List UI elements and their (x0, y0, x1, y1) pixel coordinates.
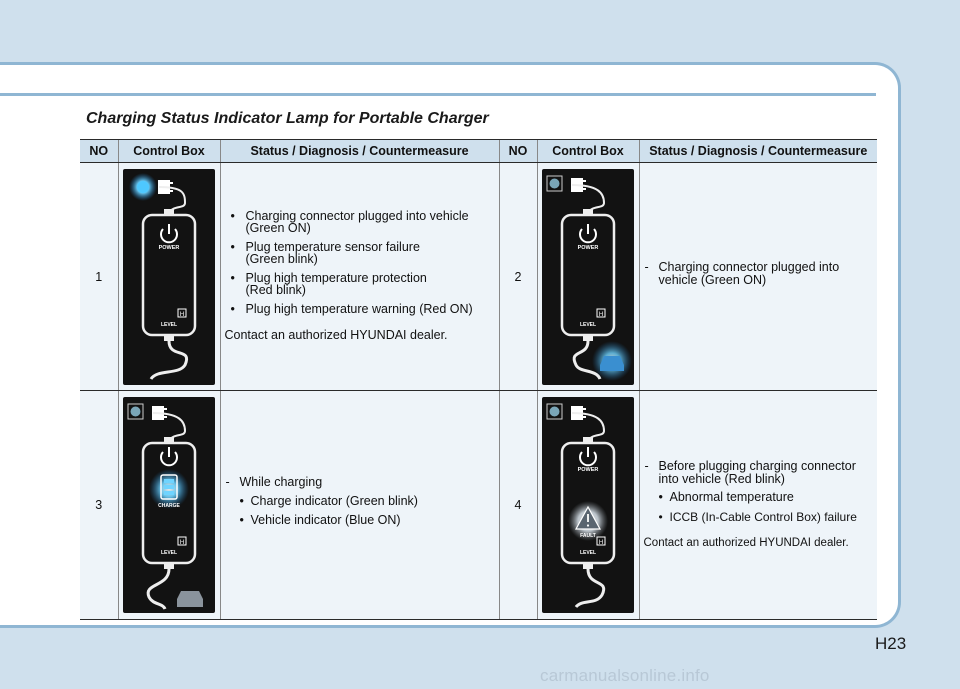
table-row: 3 CHARGE H LEVEL - While charging • Char… (80, 390, 877, 620)
table-row: 1 POWER H LEVEL • Charging connector plu… (80, 162, 877, 391)
level-badge: H (599, 540, 603, 546)
list-item: Charge indicator (Green blink) (225, 495, 495, 508)
control-box-image: POWER FAULT H LEVEL (536, 390, 639, 620)
status-list: Charging connector plugged into vehicle(… (225, 210, 495, 316)
list-item: Before plugging charging connectorinto v… (644, 460, 874, 485)
contact-note: Contact an authorized HYUNDAI dealer. (224, 328, 448, 343)
header-control-box: Control Box (536, 139, 639, 163)
header-no: NO (80, 139, 118, 163)
car-icon (177, 591, 203, 607)
level-label: LEVEL (161, 550, 177, 556)
status-cell: Charging connector plugged intovehicle (… (638, 162, 877, 391)
car-icon (600, 355, 624, 371)
list-item: Plug temperature sensor failure(Green bl… (225, 241, 495, 266)
header-status: Status / Diagnosis / Countermeasure (638, 139, 877, 163)
list-item: Charging connector plugged intovehicle (… (644, 261, 874, 286)
level-badge: H (180, 312, 184, 318)
status-cell: Before plugging charging connectorinto v… (638, 390, 877, 620)
status-sublist: Charge indicator (Green blink) Vehicle i… (225, 495, 495, 527)
row-number: 4 (498, 390, 537, 620)
list-item: ICCB (In-Cable Control Box) failure (644, 511, 874, 523)
row-number: 3 (80, 390, 118, 620)
list-item: Abnormal temperature (644, 491, 874, 504)
level-label: LEVEL (580, 550, 596, 556)
watermark: carmanualsonline.info (540, 666, 710, 685)
header-status: Status / Diagnosis / Countermeasure (219, 139, 499, 163)
control-box-image: CHARGE H LEVEL (117, 390, 220, 620)
level-badge: H (180, 540, 184, 546)
row-number: 1 (80, 162, 118, 391)
status-table: NO Control Box Status / Diagnosis / Coun… (80, 139, 877, 620)
list-item: While charging (225, 476, 495, 489)
contact-note: Contact an authorized HYUNDAI dealer. (643, 536, 849, 549)
status-sublist: Abnormal temperature ICCB (In-Cable Cont… (644, 491, 874, 523)
level-label: LEVEL (161, 322, 177, 328)
power-label: POWER (159, 245, 180, 251)
status-cell: Charging connector plugged into vehicle(… (219, 162, 499, 391)
charger-box-fault: POWER FAULT H LEVEL (542, 397, 634, 613)
header-no: NO (498, 139, 537, 163)
fault-label: FAULT (580, 533, 596, 539)
list-item: Charging connector plugged into vehicle(… (225, 210, 495, 235)
charger-box-car-glow: POWER H LEVEL (542, 168, 634, 385)
power-label: POWER (578, 467, 599, 473)
control-box-image: POWER H LEVEL (536, 162, 639, 391)
charger-box-plug-glow: POWER H LEVEL (123, 168, 215, 385)
header-control-box: Control Box (117, 139, 220, 163)
list-item: Plug high temperature protection(Red bli… (225, 272, 495, 297)
list-item: Vehicle indicator (Blue ON) (225, 514, 495, 527)
level-badge: H (599, 312, 603, 318)
section-title: Charging Status Indicator Lamp for Porta… (86, 110, 489, 127)
power-label: POWER (578, 245, 599, 251)
control-box-image: POWER H LEVEL (117, 162, 220, 391)
charge-label: CHARGE (158, 503, 180, 509)
list-item: Plug high temperature warning (Red ON) (225, 303, 495, 316)
table-header-row: NO Control Box Status / Diagnosis / Coun… (80, 139, 877, 163)
level-label: LEVEL (580, 322, 596, 328)
status-cell: While charging Charge indicator (Green b… (219, 390, 499, 620)
charger-box-charging: CHARGE H LEVEL (123, 397, 215, 613)
row-number: 2 (498, 162, 537, 391)
header-rule (0, 93, 876, 96)
page-number: H23 (875, 634, 907, 653)
